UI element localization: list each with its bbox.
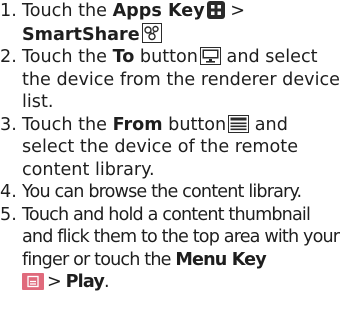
smartshare-label: SmartShare <box>22 24 140 45</box>
menu-key-icon <box>22 273 44 297</box>
step-number: 1. <box>0 1 17 21</box>
text-segment: Touch the <box>22 47 113 67</box>
step-number: 3. <box>0 114 17 135</box>
monitor-icon <box>199 47 221 65</box>
step-number: 2. <box>0 47 17 67</box>
to-button-label: To <box>112 47 135 67</box>
text-segment: > <box>47 272 66 292</box>
text-segment: . <box>103 272 110 292</box>
step-text: Touch the Apps Key > SmartShare <box>22 0 341 46</box>
step-1: 1. Touch the Apps Key > SmartShare <box>0 0 341 46</box>
list-window-icon <box>228 114 250 133</box>
text-segment: Touch the <box>22 1 113 21</box>
apps-key-label: Apps Key <box>112 1 205 21</box>
instruction-list: 1. Touch the Apps Key > SmartShare 2. To… <box>0 0 341 297</box>
step-3: 3. Touch the From button and select the … <box>0 114 341 182</box>
play-label: Play <box>65 272 105 292</box>
step-number: 5. <box>0 204 17 225</box>
from-button-label: From <box>112 114 163 135</box>
apps-grid-icon <box>206 1 225 19</box>
step-4: 4. You can browse the content library. <box>0 181 341 204</box>
menu-key-label: Menu Key <box>175 249 266 270</box>
step-text: Touch and hold a content thumbnail and f… <box>22 204 341 297</box>
step-text: You can browse the content library. <box>22 181 341 204</box>
step-5: 5. Touch and hold a content thumbnail an… <box>0 204 341 297</box>
text-segment: You can browse the content library. <box>22 182 302 202</box>
step-text: Touch the To button and select the devic… <box>22 46 341 114</box>
step-number: 4. <box>0 182 17 202</box>
text-segment: button <box>162 114 227 135</box>
text-segment: Touch the <box>22 114 113 135</box>
text-segment: > <box>224 1 246 21</box>
step-text: Touch the From button and select the dev… <box>22 114 341 182</box>
text-segment: button <box>134 47 198 67</box>
step-2: 2. Touch the To button and select the de… <box>0 46 341 114</box>
smartshare-icon <box>141 22 162 43</box>
